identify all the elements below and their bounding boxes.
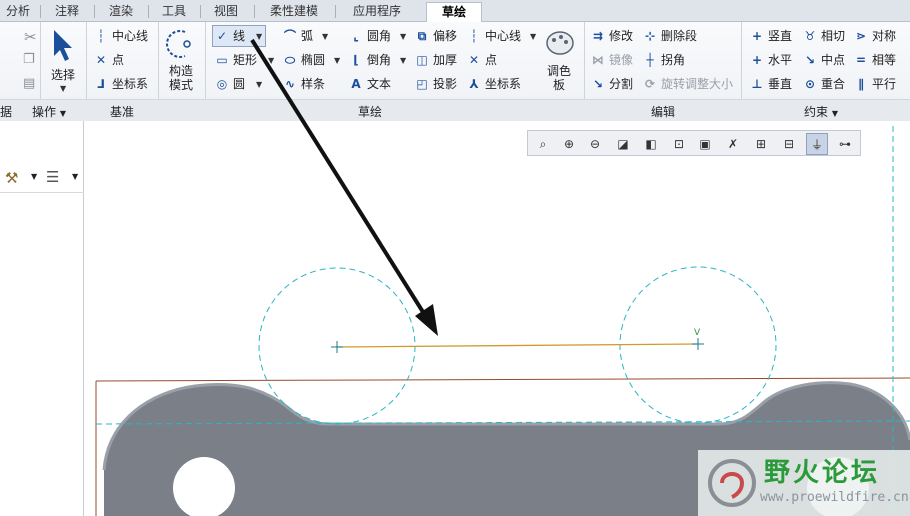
spin-center-icon[interactable]: ⊞: [750, 133, 772, 155]
datum-display-icon[interactable]: ✗: [722, 133, 744, 155]
refit-icon[interactable]: ⌕: [532, 133, 554, 155]
view-manager-icon[interactable]: ▣: [694, 133, 716, 155]
watermark-logo: [708, 459, 756, 507]
zoom-out-icon[interactable]: ⊖: [584, 133, 606, 155]
part-edge-top: [95, 377, 910, 382]
vertical-constraint-marker: V: [694, 328, 701, 338]
annotation-arrow: [250, 38, 438, 336]
application-window: 分析 注释 渲染 工具 视图 柔性建模 应用程序 草绘 ✂ ❐ ▤ 选择 ▼ ┆…: [0, 0, 910, 516]
sketch-line[interactable]: [336, 343, 699, 348]
repaint-icon[interactable]: ◪: [612, 133, 634, 155]
zoom-in-icon[interactable]: ⊕: [558, 133, 580, 155]
sketch-view-icon[interactable]: ⊟: [778, 133, 800, 155]
sketch-point-right[interactable]: [692, 338, 704, 350]
constraint-display-icon[interactable]: ⊶: [834, 133, 856, 155]
display-style-icon[interactable]: ◧: [640, 133, 662, 155]
watermark-url: www.proewildfire.cn: [760, 490, 909, 505]
graphics-canvas[interactable]: V: [0, 0, 910, 516]
watermark: 野火论坛 www.proewildfire.cn: [698, 450, 910, 516]
sketcher-display-filter-icon[interactable]: ⏚: [806, 133, 828, 155]
graphics-toolbar: ⌕ ⊕ ⊖ ◪ ◧ ⊡ ▣ ✗ ⊞ ⊟ ⏚ ⊶: [527, 130, 861, 156]
watermark-title: 野火论坛: [764, 458, 881, 488]
saved-orientations-icon[interactable]: ⊡: [668, 133, 690, 155]
sketch-point-left[interactable]: [331, 341, 343, 353]
